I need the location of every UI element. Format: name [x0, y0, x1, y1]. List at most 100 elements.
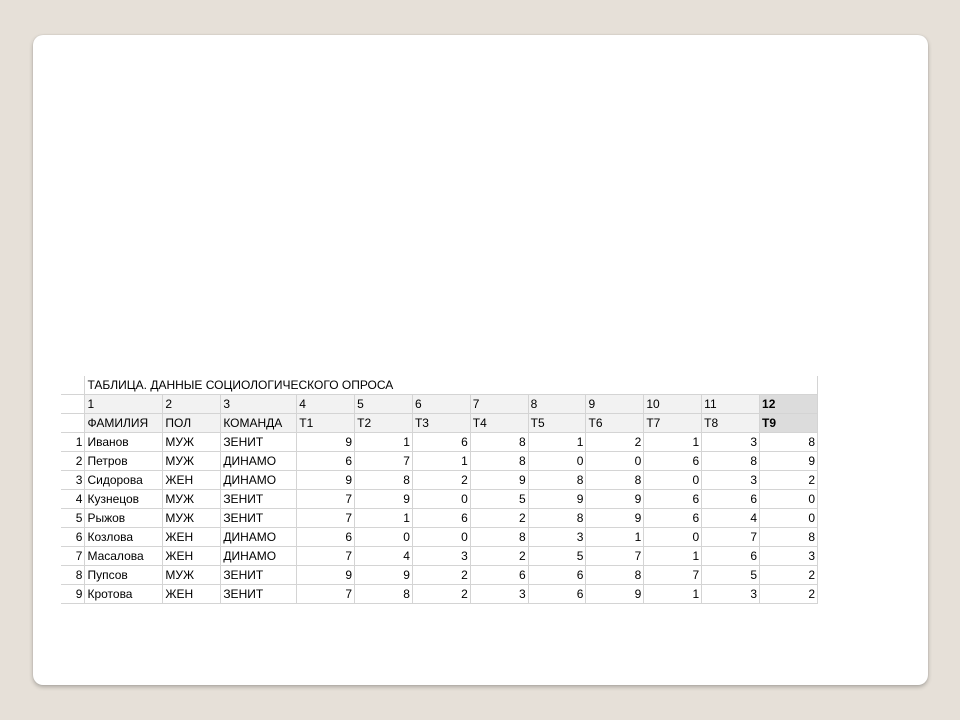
- table-cell: 7: [296, 584, 356, 604]
- table-cell: МУЖ: [162, 565, 222, 585]
- column-number-header: 8: [528, 394, 587, 414]
- table-cell: 9: [354, 565, 413, 585]
- table-cell: 7: [585, 546, 645, 566]
- table-cell: 1: [643, 546, 703, 566]
- table-cell: 3: [701, 432, 761, 452]
- table-cell: Иванов: [84, 432, 164, 452]
- table-cell: ЖЕН: [162, 584, 222, 604]
- row-number: [61, 394, 86, 414]
- table-cell: 9: [528, 489, 587, 509]
- table-cell: 1: [643, 432, 703, 452]
- column-name-header: T9: [759, 413, 818, 433]
- table-cell: 2: [759, 565, 818, 585]
- table-cell: 7: [296, 508, 356, 528]
- survey-table: ТАБЛИЦА. ДАННЫЕ СОЦИОЛОГИЧЕСКОГО ОПРОСА …: [61, 376, 818, 604]
- table-cell: 1: [354, 432, 413, 452]
- table-cell: 6: [701, 489, 761, 509]
- column-number-header: 12: [759, 394, 818, 414]
- column-number-header: 5: [354, 394, 413, 414]
- table-cell: 9: [296, 565, 356, 585]
- table-cell: 8: [528, 470, 587, 490]
- table-cell: Пупсов: [84, 565, 164, 585]
- table-cell: 0: [354, 527, 413, 547]
- table-cell: 0: [643, 470, 703, 490]
- table-cell: 1: [643, 584, 703, 604]
- table-cell: 8: [528, 508, 587, 528]
- table-row: 7 Масалова ЖЕН ДИНАМО 7 4 3 2 5 7 1 6 3: [61, 546, 818, 566]
- table-cell: 9: [296, 470, 356, 490]
- table-cell: 8: [759, 432, 818, 452]
- table-cell: 9: [470, 470, 529, 490]
- table-cell: 3: [528, 527, 587, 547]
- table-cell: ДИНАМО: [220, 451, 298, 471]
- table-cell: 1: [354, 508, 413, 528]
- table-row: 3 Сидорова ЖЕН ДИНАМО 9 8 2 9 8 8 0 3 2: [61, 470, 818, 490]
- table-cell: 7: [354, 451, 413, 471]
- table-cell: 4: [354, 546, 413, 566]
- table-cell: 2: [412, 584, 471, 604]
- row-number: 4: [61, 489, 86, 509]
- table-cell: 6: [643, 451, 703, 471]
- row-number: 9: [61, 584, 86, 604]
- table-cell: 3: [412, 546, 471, 566]
- table-cell: 9: [585, 584, 645, 604]
- table-row: 2 Петров МУЖ ДИНАМО 6 7 1 8 0 0 6 8 9: [61, 451, 818, 471]
- table-cell: 2: [759, 584, 818, 604]
- table-cell: 8: [354, 584, 413, 604]
- table-cell: 3: [470, 584, 529, 604]
- table-cell: ДИНАМО: [220, 470, 298, 490]
- column-name-header: T1: [296, 413, 356, 433]
- title-row: ТАБЛИЦА. ДАННЫЕ СОЦИОЛОГИЧЕСКОГО ОПРОСА: [61, 376, 818, 395]
- column-name-header: ПОЛ: [162, 413, 222, 433]
- table-cell: 0: [759, 508, 818, 528]
- table-cell: 3: [701, 470, 761, 490]
- table-cell: 6: [296, 527, 356, 547]
- table-cell: 2: [759, 470, 818, 490]
- column-number-row: 1 2 3 4 5 6 7 8 9 10 11 12: [61, 394, 818, 414]
- table-cell: 2: [470, 546, 529, 566]
- column-number-header: 4: [296, 394, 356, 414]
- table-cell: 0: [643, 527, 703, 547]
- table-row: 4 Кузнецов МУЖ ЗЕНИТ 7 9 0 5 9 9 6 6 0: [61, 489, 818, 509]
- column-number-header: 2: [162, 394, 222, 414]
- column-name-header: T8: [701, 413, 761, 433]
- table-cell: 9: [296, 432, 356, 452]
- column-name-header: КОМАНДА: [220, 413, 298, 433]
- row-number: 2: [61, 451, 86, 471]
- column-number-header: 11: [701, 394, 761, 414]
- row-number: 1: [61, 432, 86, 452]
- table-cell: ЗЕНИТ: [220, 489, 298, 509]
- table-cell: 5: [701, 565, 761, 585]
- table-cell: 0: [528, 451, 587, 471]
- table-cell: 8: [354, 470, 413, 490]
- table-cell: 8: [470, 527, 529, 547]
- table-cell: 6: [296, 451, 356, 471]
- column-name-header: T5: [528, 413, 587, 433]
- table-cell: ЗЕНИТ: [220, 565, 298, 585]
- table-cell: 2: [470, 508, 529, 528]
- table-row: 8 Пупсов МУЖ ЗЕНИТ 9 9 2 6 6 8 7 5 2: [61, 565, 818, 585]
- table-cell: 8: [470, 451, 529, 471]
- table-cell: ДИНАМО: [220, 546, 298, 566]
- table-cell: 0: [412, 527, 471, 547]
- table-cell: ЗЕНИТ: [220, 584, 298, 604]
- table-cell: Сидорова: [84, 470, 164, 490]
- table-cell: 6: [701, 546, 761, 566]
- table-row: 9 Кротова ЖЕН ЗЕНИТ 7 8 2 3 6 9 1 3 2: [61, 584, 818, 604]
- table-cell: 2: [412, 565, 471, 585]
- column-number-header: 10: [643, 394, 703, 414]
- table-row: 1 Иванов МУЖ ЗЕНИТ 9 1 6 8 1 2 1 3 8: [61, 432, 818, 452]
- table-cell: Козлова: [84, 527, 164, 547]
- table-cell: 2: [585, 432, 645, 452]
- table-cell: 5: [470, 489, 529, 509]
- table-cell: 4: [701, 508, 761, 528]
- table-cell: 1: [528, 432, 587, 452]
- table-row: 6 Козлова ЖЕН ДИНАМО 6 0 0 8 3 1 0 7 8: [61, 527, 818, 547]
- table-cell: ЖЕН: [162, 470, 222, 490]
- table-cell: МУЖ: [162, 451, 222, 471]
- table-cell: 7: [643, 565, 703, 585]
- table-cell: 9: [759, 451, 818, 471]
- table-cell: 0: [412, 489, 471, 509]
- table-cell: 1: [412, 451, 471, 471]
- table-cell: Масалова: [84, 546, 164, 566]
